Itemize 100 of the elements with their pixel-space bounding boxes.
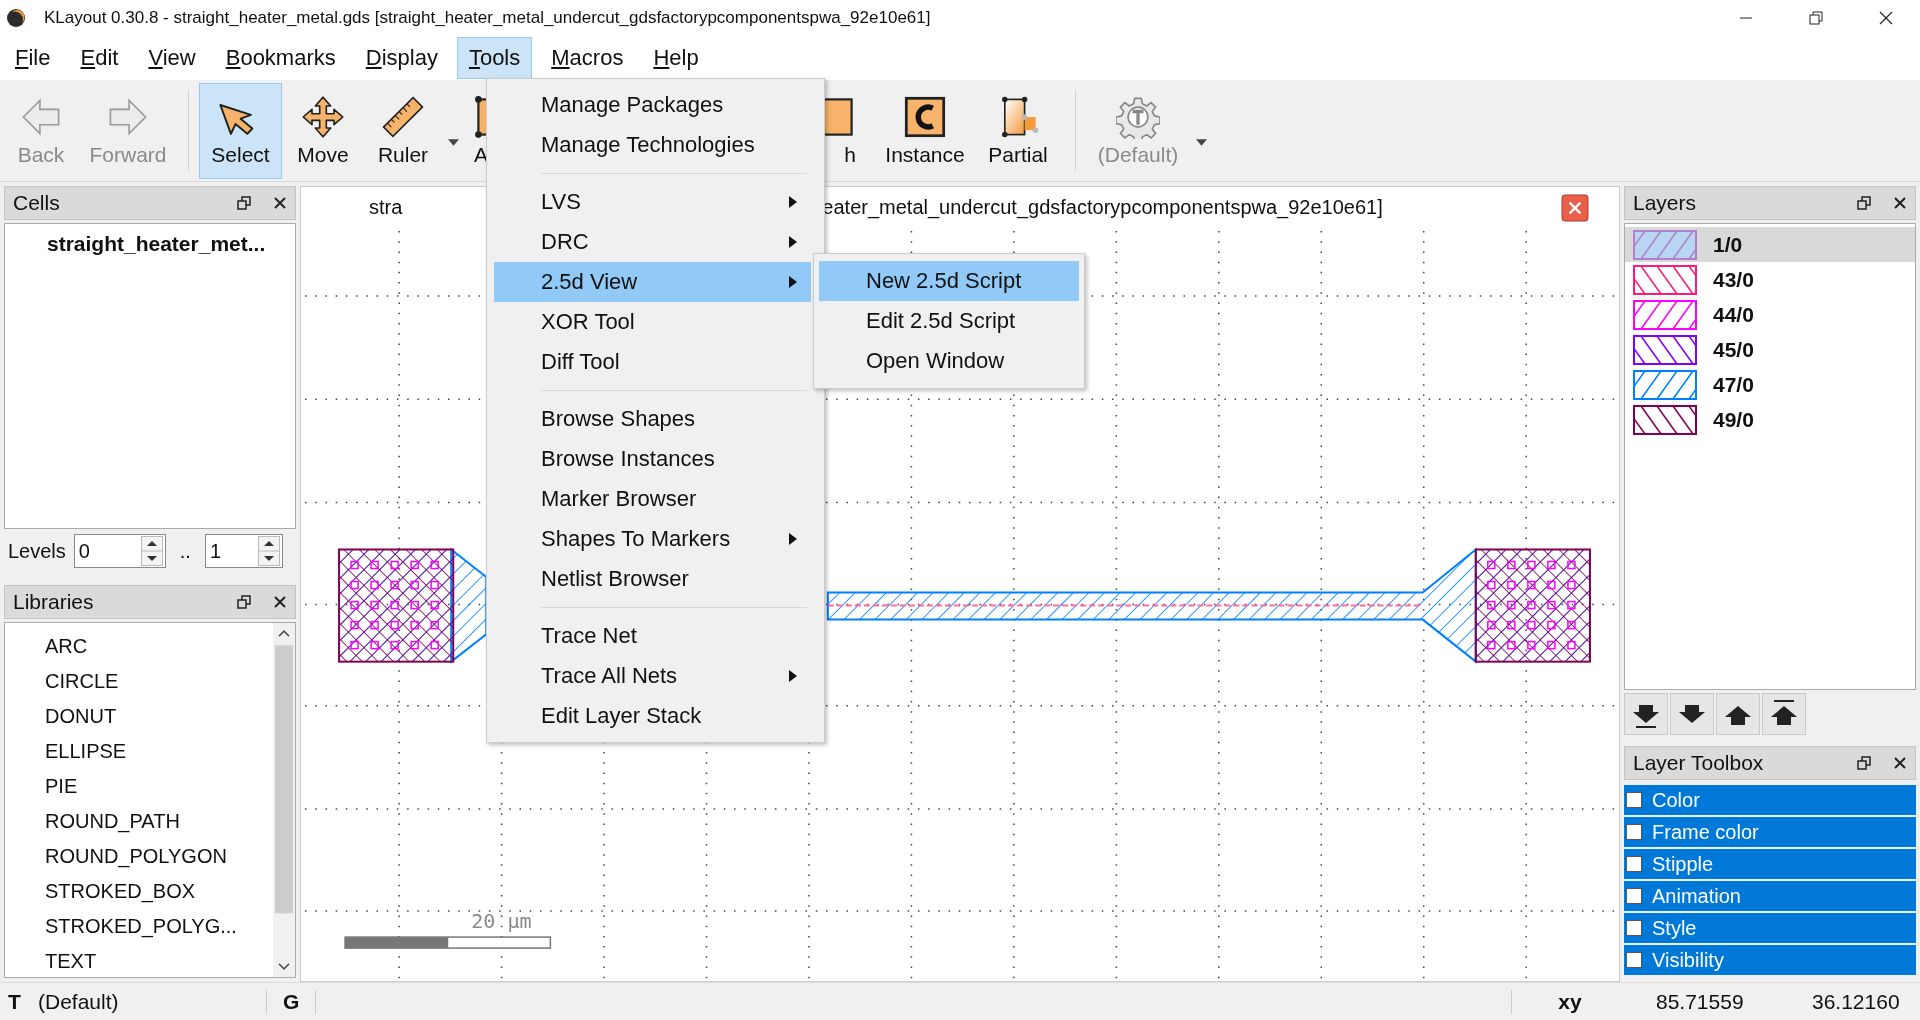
levels-from-field[interactable]: 0 bbox=[73, 534, 166, 568]
instance-icon bbox=[903, 94, 947, 139]
library-item[interactable]: STROKED_POLYG... bbox=[45, 909, 273, 944]
menu-item[interactable]: Display bbox=[354, 36, 449, 80]
menu-item[interactable]: File bbox=[4, 36, 62, 80]
library-item[interactable]: TEXT bbox=[45, 944, 273, 977]
float-icon[interactable] bbox=[1857, 756, 1871, 770]
checkbox[interactable] bbox=[1626, 952, 1642, 968]
close-icon[interactable] bbox=[273, 196, 287, 210]
menu-item[interactable]: Edit Layer Stack bbox=[494, 696, 811, 736]
move-up-button[interactable] bbox=[1716, 693, 1760, 735]
menu-item[interactable]: Shapes To Markers bbox=[494, 519, 811, 559]
checkbox[interactable] bbox=[1626, 856, 1642, 872]
menu-item[interactable]: Tools bbox=[456, 37, 533, 79]
checkbox[interactable] bbox=[1626, 920, 1642, 936]
tool-button[interactable]: Instance bbox=[879, 82, 971, 179]
view-title: stra bbox=[369, 195, 403, 219]
layer-name: 49/0 bbox=[1713, 407, 1754, 432]
menu-item[interactable]: DRC bbox=[494, 222, 811, 262]
library-item[interactable]: ELLIPSE bbox=[45, 734, 273, 769]
layer-row[interactable]: 49/0 bbox=[1625, 402, 1915, 437]
move-to-top-button[interactable] bbox=[1762, 693, 1806, 735]
menu-item[interactable]: Browse Instances bbox=[494, 439, 811, 479]
menu-item[interactable]: Edit bbox=[69, 36, 130, 80]
section-label: Frame color bbox=[1652, 820, 1759, 844]
library-item[interactable]: ROUND_POLYGON bbox=[45, 839, 273, 874]
menu-item[interactable]: Manage Packages bbox=[494, 85, 811, 125]
layer-row[interactable]: 45/0 bbox=[1625, 332, 1915, 367]
close-view-button[interactable] bbox=[1561, 194, 1589, 222]
close-icon[interactable] bbox=[1893, 196, 1907, 210]
library-item[interactable]: ARC bbox=[45, 629, 273, 664]
toolbox-section-header[interactable]: Frame color bbox=[1624, 817, 1916, 847]
menu-item[interactable]: Help bbox=[642, 36, 710, 80]
move-to-bottom-button[interactable] bbox=[1624, 693, 1668, 735]
toolbox-section-header[interactable]: Stipple bbox=[1624, 849, 1916, 879]
close-icon[interactable] bbox=[1893, 756, 1907, 770]
panel-title: Layers bbox=[1633, 191, 1698, 215]
menu-item[interactable]: New 2.5d Script bbox=[819, 261, 1079, 301]
gear-icon bbox=[1116, 94, 1160, 139]
tool-button[interactable]: Partial bbox=[975, 82, 1061, 179]
library-item[interactable]: STROKED_BOX bbox=[45, 874, 273, 909]
library-item[interactable]: PIE bbox=[45, 769, 273, 804]
text-mode-indicator: T bbox=[7, 989, 22, 1014]
menu-item[interactable]: Netlist Browser bbox=[494, 559, 811, 599]
menu-item[interactable]: Edit 2.5d Script bbox=[819, 301, 1079, 341]
close-icon[interactable] bbox=[1878, 10, 1894, 26]
float-icon[interactable] bbox=[1857, 196, 1871, 210]
toolbox-section-header[interactable]: Style bbox=[1624, 913, 1916, 943]
spin-arrows-icon[interactable] bbox=[257, 536, 280, 566]
menu-item[interactable]: Marker Browser bbox=[494, 479, 811, 519]
checkbox[interactable] bbox=[1626, 888, 1642, 904]
tool-button[interactable]: Select bbox=[199, 82, 282, 179]
tool-button[interactable]: Ruler bbox=[364, 82, 442, 179]
layer-row[interactable]: 1/0 bbox=[1625, 227, 1915, 262]
view-title: eater_metal_undercut_gdsfactorypcomponentspwa_92e10e61] bbox=[822, 195, 1383, 219]
scrollbar[interactable] bbox=[273, 623, 295, 977]
menu-item[interactable]: Diff Tool bbox=[494, 342, 811, 382]
tool-button[interactable]: Move bbox=[286, 82, 360, 179]
section-label: Visibility bbox=[1652, 948, 1724, 972]
menu-item[interactable]: LVS bbox=[494, 182, 811, 222]
layer-row[interactable]: 47/0 bbox=[1625, 367, 1915, 402]
float-icon[interactable] bbox=[237, 196, 251, 210]
toolbox-section-header[interactable]: Color bbox=[1624, 785, 1916, 815]
menu-item[interactable]: Browse Shapes bbox=[494, 399, 811, 439]
section-label: Color bbox=[1652, 788, 1700, 812]
menu-item[interactable]: View bbox=[137, 36, 207, 80]
layer-row[interactable]: 44/0 bbox=[1625, 297, 1915, 332]
layer-name: 45/0 bbox=[1713, 337, 1754, 362]
levels-to-field[interactable]: 1 bbox=[204, 534, 283, 568]
toolbox-section-header[interactable]: Animation bbox=[1624, 881, 1916, 911]
layer-name: 47/0 bbox=[1713, 372, 1754, 397]
menu-item[interactable]: Trace Net bbox=[494, 616, 811, 656]
float-icon[interactable] bbox=[237, 595, 251, 609]
menu-item[interactable]: Bookmarks bbox=[214, 36, 347, 80]
library-item[interactable]: DONUT bbox=[45, 699, 273, 734]
menu-item[interactable]: Manage Technologies bbox=[494, 125, 811, 165]
caret-icon[interactable] bbox=[448, 139, 459, 146]
restore-icon[interactable] bbox=[1808, 10, 1824, 26]
close-icon[interactable] bbox=[273, 595, 287, 609]
toolbox-section-header[interactable]: Visibility bbox=[1624, 945, 1916, 975]
menu-item[interactable]: 2.5d View bbox=[494, 262, 811, 302]
checkbox[interactable] bbox=[1626, 824, 1642, 840]
spin-arrows-icon[interactable] bbox=[140, 536, 163, 566]
menu-item[interactable]: Trace All Nets bbox=[494, 656, 811, 696]
layer-name: 44/0 bbox=[1713, 302, 1754, 327]
move-down-button[interactable] bbox=[1670, 693, 1714, 735]
menu-item[interactable]: Open Window bbox=[819, 341, 1079, 381]
cell-item[interactable]: straight_heater_met... bbox=[47, 232, 295, 256]
library-item[interactable]: CIRCLE bbox=[45, 664, 273, 699]
x-coordinate: 85.71559 bbox=[1655, 989, 1745, 1014]
checkbox[interactable] bbox=[1626, 792, 1642, 808]
scale-label: 20 µm bbox=[471, 909, 532, 934]
coordinate-label: xy bbox=[1511, 989, 1628, 1014]
layer-row[interactable]: 43/0 bbox=[1625, 262, 1915, 297]
menu-item[interactable]: XOR Tool bbox=[494, 302, 811, 342]
library-item[interactable]: ROUND_PATH bbox=[45, 804, 273, 839]
levels-label: Levels bbox=[8, 539, 66, 563]
menu-item[interactable]: Macros bbox=[540, 36, 635, 80]
panel-title: Layer Toolbox bbox=[1633, 751, 1765, 775]
y-coordinate: 36.12160 bbox=[1811, 989, 1901, 1014]
